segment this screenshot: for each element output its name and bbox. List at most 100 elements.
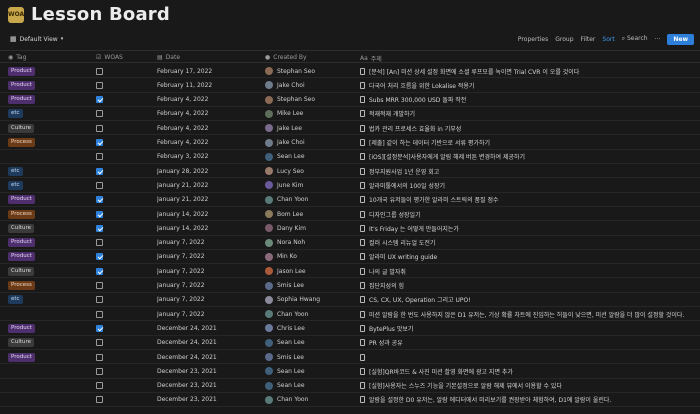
topic-cell[interactable]: 알라미 UX writing guide xyxy=(360,250,696,264)
table-row[interactable]: Product December 24, 2021 Chris Lee BytePlu… xyxy=(0,321,700,336)
tag-cell[interactable]: etc xyxy=(8,107,88,121)
column-header-tag[interactable]: ◉ Tag xyxy=(8,54,26,61)
tag-cell[interactable] xyxy=(8,393,88,407)
topic-cell[interactable]: 나의 글 발자취 xyxy=(360,264,696,278)
search-button[interactable]: ⌕ Search xyxy=(622,35,648,43)
tag-cell[interactable]: Product xyxy=(8,321,88,335)
tag-cell[interactable]: Culture xyxy=(8,221,88,235)
topic-cell[interactable]: BytePlus 맛보기 xyxy=(360,321,696,335)
tag-cell[interactable]: Culture xyxy=(8,121,88,135)
topic-cell[interactable] xyxy=(360,350,696,364)
topic-cell[interactable]: 적재적재 개발하기 xyxy=(360,107,696,121)
column-header-date[interactable]: ▤ Date xyxy=(157,54,180,61)
table-row[interactable]: Product February 11, 2022 Jake Choi 다국어 처리 … xyxy=(0,78,700,93)
tag-cell[interactable]: Process xyxy=(8,279,88,293)
topic-cell[interactable]: It's Friday 는 어떻게 만들어지는가 xyxy=(360,221,696,235)
tag-cell[interactable]: Culture xyxy=(8,264,88,278)
topic-cell[interactable]: [실험]QR바코드 & 사진 미션 촬영 화면에 광고 지면 추가 xyxy=(360,364,696,378)
tag-cell[interactable]: Process xyxy=(8,136,88,150)
topic-cell[interactable]: [분석] [An] 미션 상세 설정 화면에 소셜 루프모를 녹이면 Trial… xyxy=(360,64,696,78)
woas-checkbox[interactable] xyxy=(96,96,103,104)
woas-checkbox[interactable] xyxy=(96,224,103,232)
topic-cell[interactable]: [iOS][설정분석]사용자에게 알림 해제 버튼 변경하여 제공하기 xyxy=(360,150,696,164)
topic-cell[interactable]: 알라미툴에서의 100일 성장기 xyxy=(360,178,696,192)
table-row[interactable]: Product February 17, 2022 Stephan Seo [분석] … xyxy=(0,64,700,79)
tag-cell[interactable] xyxy=(8,150,88,164)
view-switcher[interactable]: ▦ Default View ▾ xyxy=(10,35,63,43)
tag-cell[interactable] xyxy=(8,364,88,378)
new-button[interactable]: New xyxy=(667,33,694,45)
topic-cell[interactable]: 10개국 유저들이 평가한 알라미 스트릭의 품질 점수 xyxy=(360,193,696,207)
table-row[interactable]: Culture February 4, 2022 Jake Lee 법카 관리 프로세… xyxy=(0,121,700,136)
tag-cell[interactable]: Product xyxy=(8,236,88,250)
filter-button[interactable]: Filter xyxy=(581,36,596,43)
woas-checkbox[interactable] xyxy=(96,239,103,247)
table-row[interactable]: Product January 7, 2022 Min Ko 알라미 UX writi… xyxy=(0,250,700,265)
tag-cell[interactable]: Product xyxy=(8,78,88,92)
tag-cell[interactable]: Product xyxy=(8,93,88,107)
woas-checkbox[interactable] xyxy=(96,310,103,318)
table-row[interactable]: etc January 7, 2022 Sophia Hwang CS, CX, UX… xyxy=(0,293,700,308)
woas-checkbox[interactable] xyxy=(96,353,103,361)
table-row[interactable]: Culture January 14, 2022 Dany Kim It's Frid… xyxy=(0,221,700,236)
topic-cell[interactable]: 미션 알람을 한 번도 사용하지 않은 D1 유저는, 기상 확률 차트에 진입… xyxy=(360,307,696,321)
table-row[interactable]: Product February 4, 2022 Stephan Seo Subs M… xyxy=(0,93,700,107)
topic-cell[interactable]: CS, CX, UX, Operation 그리고 UPO! xyxy=(360,293,696,307)
topic-cell[interactable]: [실험]사용자는 스누즈 기능을 기본설정으로 알람 해제 뷰에서 이용할 수 … xyxy=(360,379,696,393)
tag-cell[interactable]: Process xyxy=(8,207,88,221)
woas-checkbox[interactable] xyxy=(96,153,103,161)
table-row[interactable]: December 23, 2021 Sean Lee [실험]사용자는 스누즈 기능… xyxy=(0,379,700,393)
table-row[interactable]: Product December 24, 2021 Smis Lee xyxy=(0,350,700,365)
topic-cell[interactable]: 다국어 처리 흐름을 위한 Lokalise 적용기 xyxy=(360,78,696,92)
topic-cell[interactable]: Subs MRR 300,000 USD 돌파 작전 xyxy=(360,93,696,107)
topic-cell[interactable]: 법카 관리 프로세스 효율화 in 기부성 xyxy=(360,121,696,135)
column-header-created-by[interactable]: ● Created By xyxy=(265,54,307,61)
woas-checkbox[interactable] xyxy=(96,110,103,118)
woas-checkbox[interactable] xyxy=(96,81,103,89)
woas-checkbox[interactable] xyxy=(96,267,103,275)
woas-checkbox[interactable] xyxy=(96,367,103,375)
topic-cell[interactable]: 알람을 설정한 D0 유저는, 알람 에디터에서 미리보기를 권장받아 체험하여… xyxy=(360,393,696,407)
woas-checkbox[interactable] xyxy=(96,167,103,175)
tag-cell[interactable] xyxy=(8,379,88,393)
topic-cell[interactable]: [제출] 같이 하는 데이터 기반으로 서류 평가하기 xyxy=(360,136,696,150)
column-header-topic[interactable]: Aa 주제 xyxy=(360,54,382,63)
column-header-woas[interactable]: ☑ WOAS xyxy=(96,54,123,61)
table-row[interactable]: Process February 4, 2022 Jake Choi [제출] 같이 … xyxy=(0,136,700,150)
topic-cell[interactable]: 집단지성의 힘 xyxy=(360,279,696,293)
tag-cell[interactable]: Culture xyxy=(8,336,88,350)
woas-checkbox[interactable] xyxy=(96,253,103,261)
topic-cell[interactable]: 디자인그룹 성장일기 xyxy=(360,207,696,221)
table-row[interactable]: etc January 28, 2022 Lucy Seo 정부지원사업 1년 운영 … xyxy=(0,164,700,179)
woas-checkbox[interactable] xyxy=(96,181,103,189)
woas-checkbox[interactable] xyxy=(96,210,103,218)
woas-checkbox[interactable] xyxy=(96,339,103,347)
tag-cell[interactable]: Product xyxy=(8,350,88,364)
table-row[interactable]: etc January 21, 2022 June Kim 알라미툴에서의 100일 … xyxy=(0,178,700,193)
properties-button[interactable]: Properties xyxy=(518,36,548,43)
table-row[interactable]: Product January 21, 2022 Chan Yoon 10개국 유저들… xyxy=(0,193,700,207)
tag-cell[interactable]: Product xyxy=(8,250,88,264)
woas-checkbox[interactable] xyxy=(96,282,103,289)
table-row[interactable]: Process January 7, 2022 Smis Lee 집단지성의 힘 xyxy=(0,279,700,293)
tag-cell[interactable] xyxy=(8,307,88,321)
woas-checkbox[interactable] xyxy=(96,382,103,390)
group-button[interactable]: Group xyxy=(555,36,573,43)
tag-cell[interactable]: etc xyxy=(8,178,88,192)
woas-checkbox[interactable] xyxy=(96,67,103,75)
tag-cell[interactable]: etc xyxy=(8,164,88,178)
table-row[interactable]: etc February 4, 2022 Mike Lee 적재적재 개발하기 xyxy=(0,107,700,122)
tag-cell[interactable]: Product xyxy=(8,193,88,207)
sort-button[interactable]: Sort xyxy=(602,36,614,43)
woas-checkbox[interactable] xyxy=(96,124,103,132)
woas-checkbox[interactable] xyxy=(96,196,103,204)
topic-cell[interactable]: 컬러 시스템 리뉴얼 도전기 xyxy=(360,236,696,250)
woas-checkbox[interactable] xyxy=(96,296,103,304)
woas-checkbox[interactable] xyxy=(96,139,103,146)
woas-checkbox[interactable] xyxy=(96,324,103,332)
woas-checkbox[interactable] xyxy=(96,396,103,404)
table-row[interactable]: Product January 7, 2022 Nora Noh 컬러 시스템 리뉴얼… xyxy=(0,236,700,250)
tag-cell[interactable]: etc xyxy=(8,293,88,307)
more-options-button[interactable]: ··· xyxy=(655,36,661,43)
table-row[interactable]: Culture December 24, 2021 Sean Lee PR 성과 공유 xyxy=(0,336,700,350)
